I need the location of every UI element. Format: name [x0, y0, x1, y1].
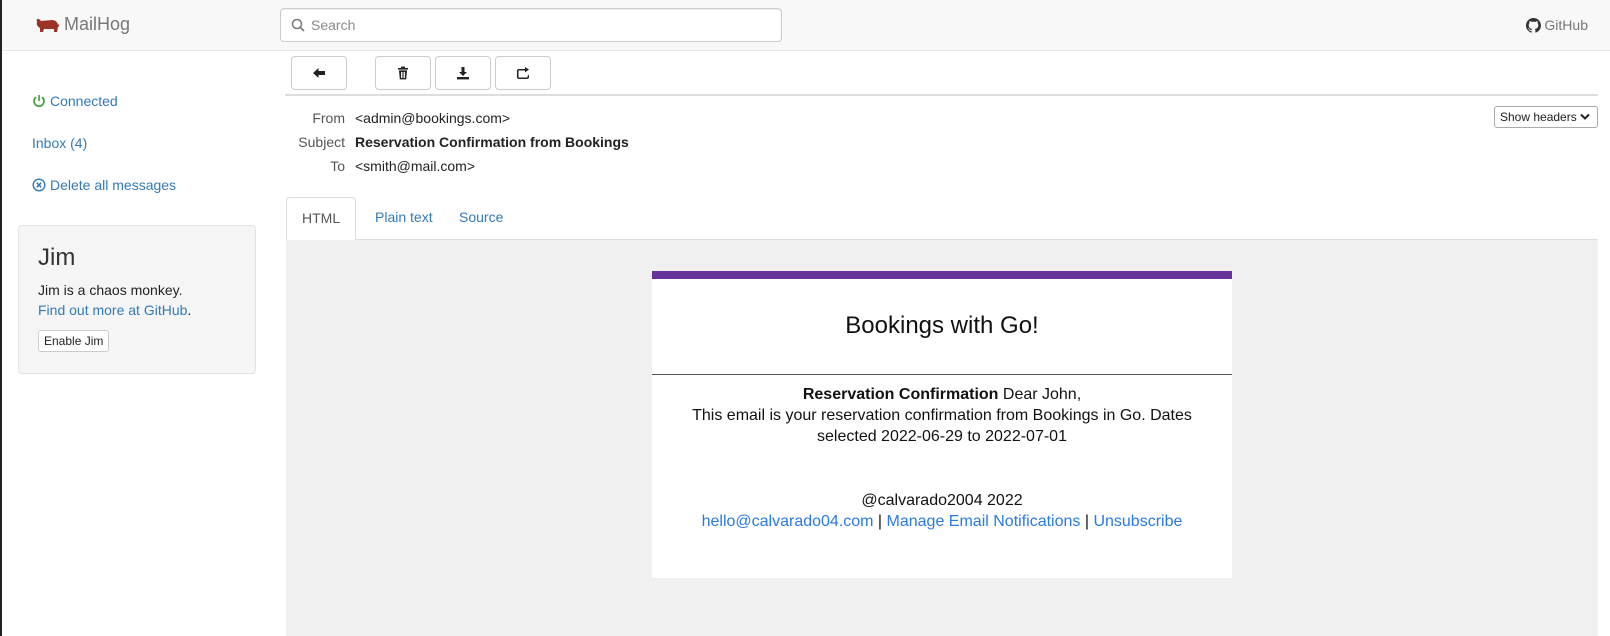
email-line-1: This email is your reservation confirmat…: [692, 407, 1192, 424]
show-headers-button[interactable]: Show headers: [1494, 106, 1598, 128]
github-label: GitHub: [1544, 17, 1588, 33]
email-footer: @calvarado2004 2022 hello@calvarado04.co…: [652, 490, 1232, 532]
toolbar-divider: [285, 94, 1598, 96]
power-icon: [33, 95, 45, 107]
from-label: From: [312, 110, 345, 126]
jim-link-suffix: .: [187, 302, 192, 318]
jim-panel: Jim Jim is a chaos monkey. Find out more…: [18, 225, 256, 374]
release-button[interactable]: [495, 56, 551, 90]
tab-html[interactable]: HTML: [286, 197, 357, 241]
trash-icon: [398, 66, 408, 80]
email-footer-links: hello@calvarado04.com | Manage Email Not…: [652, 511, 1232, 532]
search-input[interactable]: [311, 17, 771, 33]
footer-separator-1: |: [873, 513, 887, 530]
arrow-left-icon: [313, 68, 325, 78]
from-row: From <admin@bookings.com>: [287, 110, 510, 126]
show-headers-label: Show headers: [1500, 110, 1577, 124]
email-body: Bookings with Go! Reservation Confirmati…: [652, 271, 1232, 578]
footer-separator-2: |: [1080, 513, 1094, 530]
email-heading: Bookings with Go!: [845, 312, 1039, 339]
jim-title: Jim: [38, 244, 76, 271]
subject-label: Subject: [298, 134, 345, 150]
email-intro-bold: Reservation Confirmation: [802, 386, 999, 403]
delete-all-messages-link[interactable]: Delete all messages: [32, 177, 176, 193]
inbox-label: Inbox (4): [32, 135, 88, 151]
search-box[interactable]: [280, 8, 782, 42]
to-label: To: [330, 158, 345, 174]
to-row: To <smith@mail.com>: [287, 158, 475, 174]
sidebar: Connected Inbox (4) Delete all messages …: [2, 51, 272, 636]
delete-button[interactable]: [375, 56, 431, 90]
search-icon: [291, 18, 305, 32]
navbar: MailHog GitHub: [2, 0, 1610, 51]
email-divider: [652, 374, 1232, 375]
connection-status: Connected: [32, 93, 118, 109]
github-link[interactable]: GitHub: [1526, 17, 1588, 33]
download-button[interactable]: [435, 56, 491, 90]
email-intro-rest: Dear John,: [998, 386, 1082, 403]
tab-source[interactable]: Source: [444, 197, 518, 240]
download-icon: [457, 67, 469, 80]
email-line-2: selected 2022-06-29 to 2022-07-01: [817, 428, 1067, 445]
jim-github-link[interactable]: Find out more at GitHub: [38, 302, 187, 318]
github-icon: [1526, 17, 1542, 33]
subject-value: Reservation Confirmation from Bookings: [355, 134, 629, 150]
remove-circle-icon: [32, 178, 46, 192]
chevron-down-icon: [1580, 113, 1590, 120]
enable-jim-button[interactable]: Enable Jim: [38, 330, 110, 352]
delete-all-label: Delete all messages: [50, 177, 177, 193]
brand-link[interactable]: MailHog: [34, 14, 130, 35]
email-content: Reservation Confirmation Dear John, This…: [652, 384, 1232, 447]
footer-email-link[interactable]: hello@calvarado04.com: [702, 513, 874, 530]
pig-logo-icon: [36, 18, 59, 32]
from-value: <admin@bookings.com>: [355, 110, 511, 126]
email-intro: Reservation Confirmation Dear John,: [682, 384, 1202, 405]
back-button[interactable]: [291, 56, 347, 90]
subject-row: Subject Reservation Confirmation from Bo…: [287, 134, 629, 150]
footer-unsubscribe-link[interactable]: Unsubscribe: [1093, 513, 1182, 530]
jim-description: Jim is a chaos monkey. Find out more at …: [38, 280, 236, 320]
share-icon: [517, 67, 529, 79]
to-value: <smith@mail.com>: [355, 158, 476, 174]
message-tabs: HTML Plain text Source: [286, 197, 1598, 241]
sidebar-item-inbox[interactable]: Inbox (4): [32, 135, 87, 151]
tab-plain-text[interactable]: Plain text: [360, 197, 448, 240]
jim-description-text: Jim is a chaos monkey.: [38, 282, 183, 298]
email-copyright: @calvarado2004 2022: [861, 492, 1023, 509]
footer-manage-link[interactable]: Manage Email Notifications: [887, 513, 1081, 530]
brand-name: MailHog: [64, 14, 131, 34]
connected-label: Connected: [50, 93, 118, 109]
message-preview: Bookings with Go! Reservation Confirmati…: [286, 240, 1598, 636]
